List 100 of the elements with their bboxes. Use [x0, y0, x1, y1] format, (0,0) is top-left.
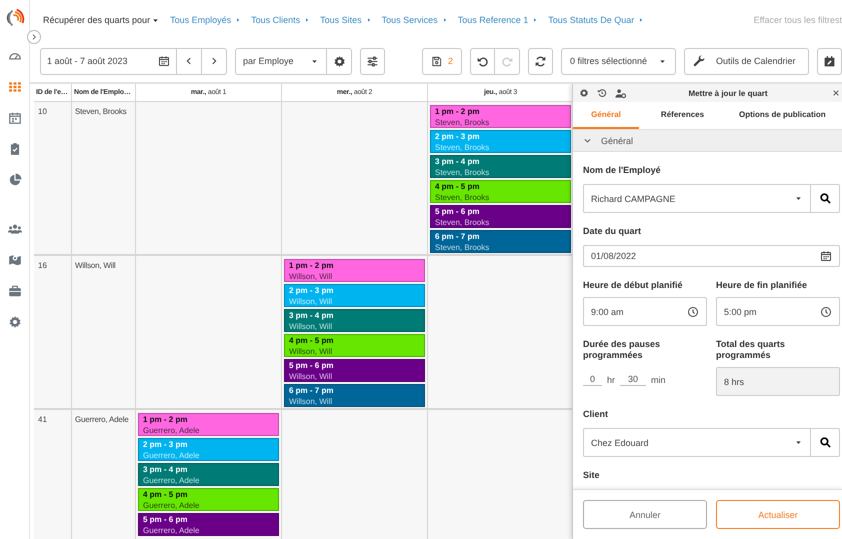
shift-employee: Willson, Will — [289, 270, 334, 282]
shift-block[interactable]: 1 pm - 2 pm Willson, Will — [284, 259, 425, 282]
shift-time: 4 pm - 5 pm — [289, 334, 334, 346]
time-field[interactable]: 9:00 am — [583, 297, 707, 326]
triangle-right-icon — [638, 17, 644, 23]
clock-icon — [687, 306, 699, 318]
shift-employee: Willson, Will — [289, 370, 334, 382]
field-label: Durée des pauses programmées — [583, 339, 662, 361]
time-field[interactable]: 5:00 pm — [716, 297, 840, 326]
group-by-dropdown[interactable]: par Employe — [235, 48, 327, 74]
shift-block[interactable]: 3 pm - 4 pm Willson, Will — [284, 309, 425, 332]
clock-icon — [820, 306, 832, 318]
shift-block[interactable]: 4 pm - 5 pm Steven, Brooks — [430, 180, 571, 203]
shift-block[interactable]: 6 pm - 7 pm Steven, Brooks — [430, 230, 571, 253]
client-dropdown[interactable]: Chez Edouard — [583, 428, 811, 457]
triangle-right-icon — [366, 17, 372, 23]
field-value: 01/08/2022 — [591, 251, 636, 261]
filter-link[interactable]: Tous Services — [382, 15, 448, 25]
search-icon — [818, 192, 832, 205]
sliders-icon — [366, 54, 379, 68]
shift-block[interactable]: 5 pm - 6 pm Steven, Brooks — [430, 205, 571, 228]
shift-employee: Steven, Brooks — [435, 192, 490, 202]
people-icon[interactable] — [8, 222, 22, 236]
triangle-right-icon — [304, 17, 310, 23]
triangle-right-icon — [235, 17, 242, 23]
shift-time: 2 pm - 3 pm — [143, 438, 188, 450]
shift-block[interactable]: 1 pm - 2 pm Guerrero, Adele — [138, 413, 279, 436]
undo-button[interactable] — [470, 48, 495, 74]
filters-dropdown[interactable]: 0 filtres sélectionné — [561, 48, 676, 74]
fetch-dropdown[interactable]: Récupérer des quarts pour — [43, 15, 160, 25]
shift-block[interactable]: 1 pm - 2 pm Steven, Brooks — [430, 105, 571, 128]
field-label: Date du quart — [583, 226, 642, 237]
unit-label: hr — [607, 374, 616, 384]
search-button[interactable] — [811, 428, 840, 457]
shift-time: 4 pm - 5 pm — [143, 488, 188, 500]
grid-icon[interactable] — [8, 80, 22, 94]
shift-employee: Willson, Will — [289, 346, 334, 356]
shift-block[interactable]: 6 pm - 7 pm Willson, Will — [284, 384, 425, 407]
shift-employee: Steven, Brooks — [435, 142, 490, 152]
settings-icon[interactable] — [8, 315, 22, 329]
shift-employee: Guerrero, Adele — [143, 424, 200, 436]
shift-time: 2 pm - 3 pm — [435, 130, 480, 142]
shift-block[interactable]: 4 pm - 5 pm Willson, Will — [284, 334, 425, 357]
field-label: Nom de l'Employé — [583, 165, 662, 176]
shift-time: 5 pm - 6 pm — [435, 206, 480, 216]
shift-employee: Willson, Will — [289, 396, 334, 406]
settings-icon[interactable] — [579, 88, 589, 98]
history-icon[interactable] — [597, 88, 607, 98]
settings-button[interactable] — [327, 48, 352, 74]
employee-dropdown[interactable]: Richard CAMPAGNE — [583, 184, 811, 213]
briefcase-icon[interactable] — [8, 284, 22, 298]
calendar-icon — [820, 250, 832, 262]
field-label: Site — [583, 470, 601, 481]
search-button[interactable] — [811, 184, 840, 213]
minutes-field[interactable]: 30 — [620, 373, 646, 386]
shift-time: 4 pm - 5 pm — [435, 180, 480, 192]
search-icon — [818, 436, 832, 449]
expand-toggle[interactable] — [27, 30, 41, 44]
employee-name: Willson, Will — [72, 256, 136, 410]
date-range-field[interactable]: 1 août - 7 août 2023 — [40, 48, 177, 74]
map-pin-icon[interactable] — [8, 253, 22, 267]
shift-employee: Steven, Brooks — [435, 116, 490, 128]
hours-field[interactable]: 0 — [583, 373, 602, 386]
shift-employee: Guerrero, Adele — [143, 524, 200, 536]
calendar-tools-button[interactable]: Outils de Calendrier — [684, 48, 809, 74]
shift-time: 3 pm - 4 pm — [435, 156, 480, 166]
settings-icon — [332, 54, 346, 68]
filter-link[interactable]: Tous Clients — [251, 15, 310, 25]
shift-time: 6 pm - 7 pm — [289, 384, 334, 396]
calendar-icon[interactable] — [8, 111, 22, 125]
filter-link[interactable]: Tous Employés — [170, 15, 242, 25]
calendar-edit-button[interactable] — [817, 48, 842, 74]
refresh-button[interactable] — [528, 48, 553, 74]
calendar-edit-icon — [823, 54, 836, 68]
shift-block[interactable]: 4 pm - 5 pm Guerrero, Adele — [138, 488, 279, 511]
shift-employee: Guerrero, Adele — [143, 450, 200, 460]
shift-time: 5 pm - 6 pm — [143, 514, 188, 524]
adjustments-button[interactable] — [360, 48, 385, 74]
date-field[interactable]: 01/08/2022 — [583, 245, 840, 267]
shift-block[interactable]: 5 pm - 6 pm Willson, Will — [284, 359, 425, 382]
shift-block[interactable]: 5 pm - 6 pm Guerrero, Adele — [138, 513, 279, 536]
shift-block[interactable]: 3 pm - 4 pm Guerrero, Adele — [138, 463, 279, 486]
field-label: Client — [583, 409, 610, 420]
field-value: 5:00 pm — [724, 306, 757, 316]
group-by-value: par Employe — [243, 56, 294, 66]
section-header[interactable]: Général — [573, 130, 842, 152]
shift-employee: Steven, Brooks — [435, 216, 490, 228]
shift-time: 1 pm - 2 pm — [289, 260, 334, 270]
user-settings-icon[interactable] — [615, 88, 626, 98]
pie-chart-icon[interactable] — [8, 173, 22, 187]
filter-link[interactable]: Tous Reference 1 — [458, 15, 538, 25]
wrench-icon — [693, 54, 706, 68]
filter-link[interactable]: Tous Sites — [320, 15, 372, 25]
shift-time: 5 pm - 6 pm — [289, 360, 334, 370]
close-icon — [832, 89, 840, 97]
calendar-icon — [158, 55, 170, 67]
field-value: 9:00 am — [591, 306, 624, 316]
shift-block[interactable]: 3 pm - 4 pm Steven, Brooks — [430, 155, 571, 178]
cancel-button[interactable]: Annuler — [583, 500, 707, 529]
filter-link[interactable]: Tous Statuts De Quar — [548, 15, 644, 25]
